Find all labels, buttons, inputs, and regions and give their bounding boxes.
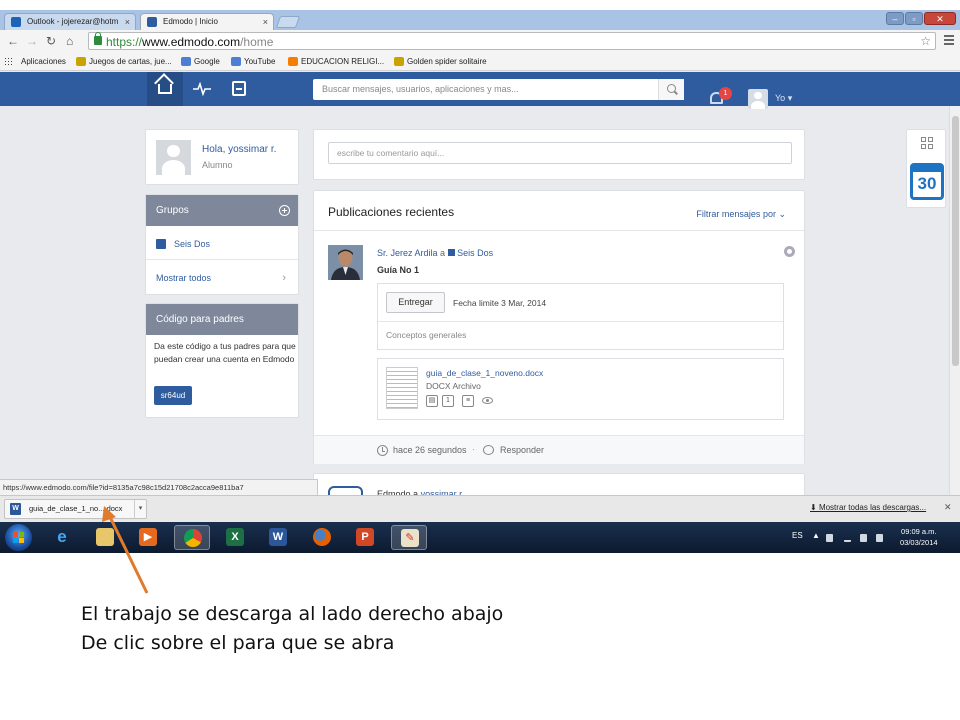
instruction-line-1: El trabajo se descarga al lado derecho a… (81, 603, 504, 625)
instruction-line-2: De clic sobre el para que se abra (81, 632, 395, 654)
